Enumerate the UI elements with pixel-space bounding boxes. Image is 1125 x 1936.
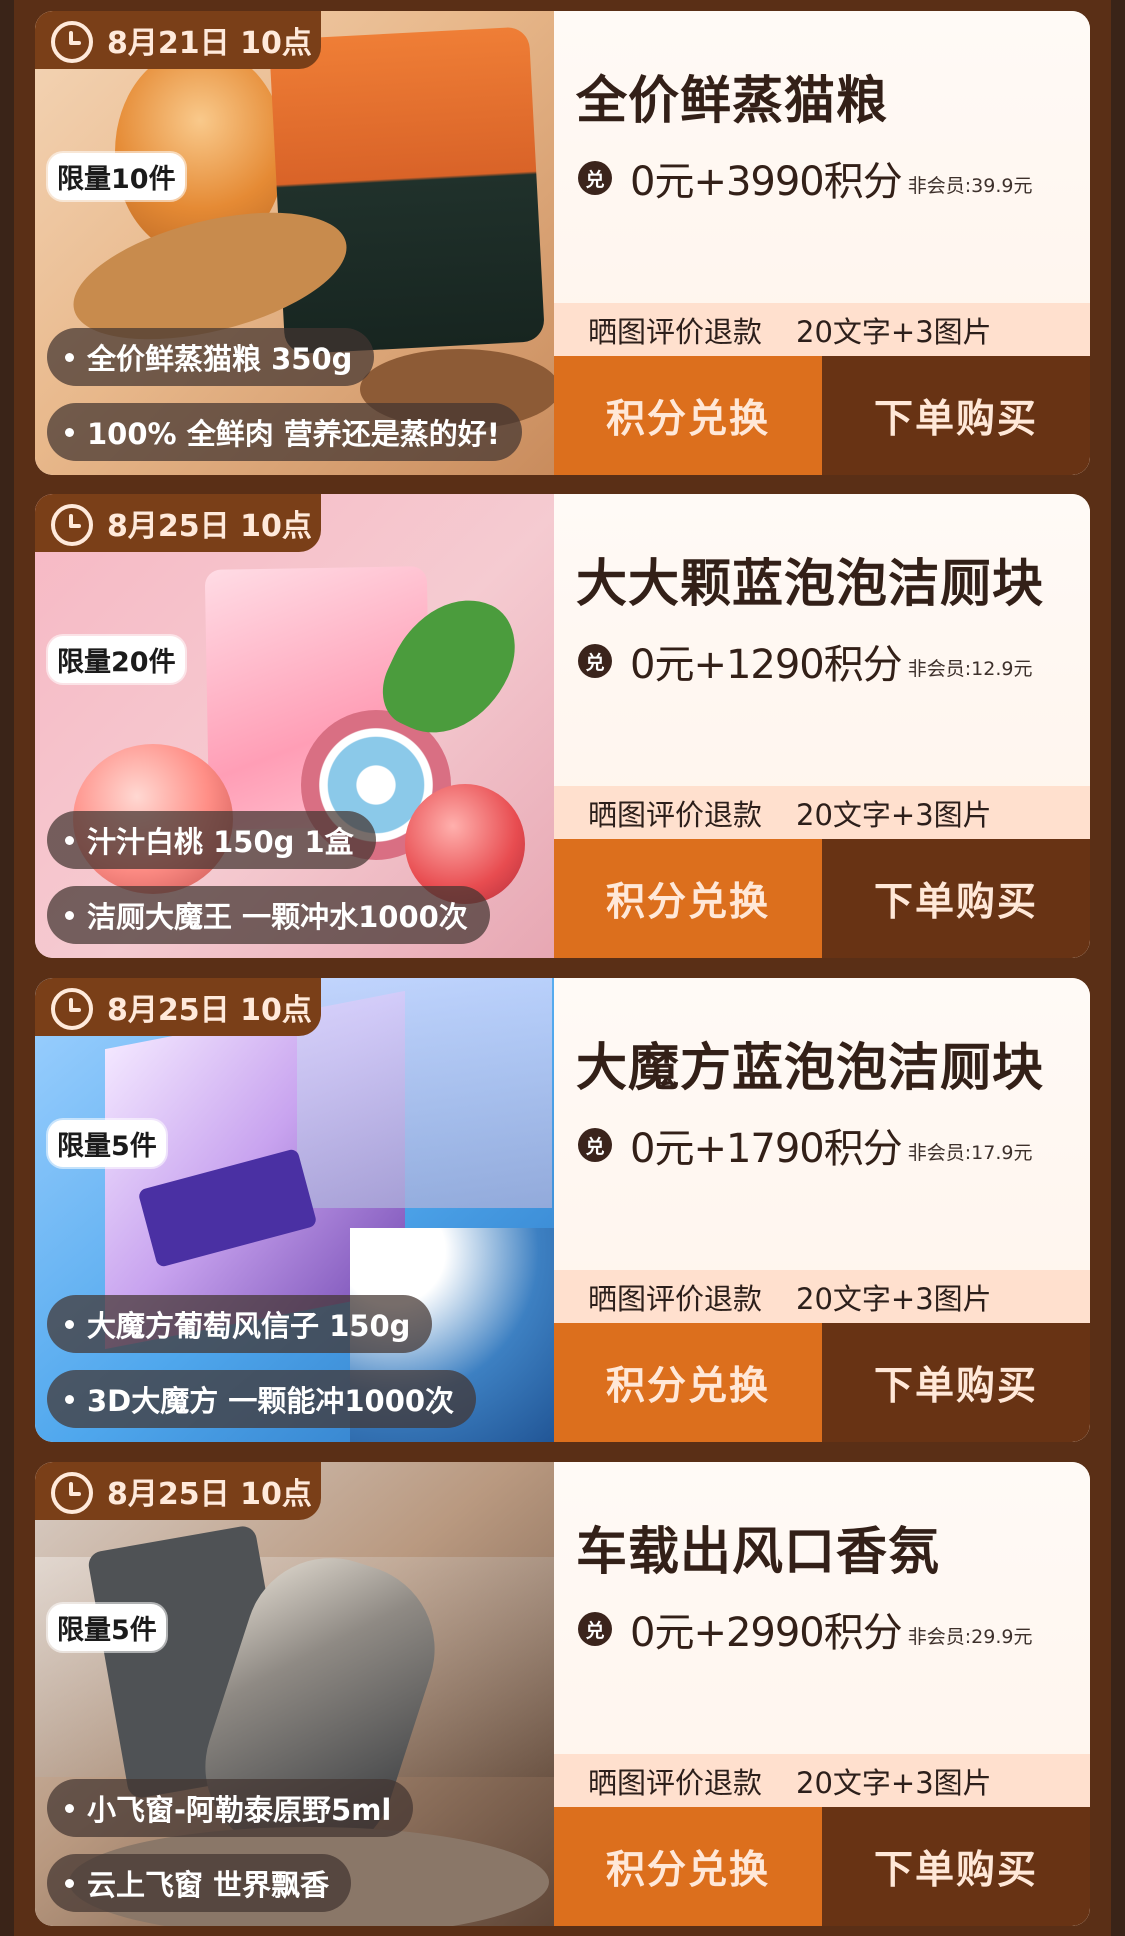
buy-button[interactable]: 下单购买 xyxy=(822,1323,1090,1442)
clock-icon xyxy=(51,1472,93,1514)
feature-pill: 汁汁白桃 150g 1盒 xyxy=(47,811,376,869)
action-buttons: 积分兑换 下单购买 xyxy=(554,356,1090,475)
non-member-price: 非会员:29.9元 xyxy=(907,1626,1033,1648)
feature-pill: 100% 全鲜肉 营养还是蒸的好! xyxy=(47,403,523,461)
non-member-price: 非会员:17.9元 xyxy=(907,1142,1033,1164)
feature-pill: 云上飞窗 世界飘香 xyxy=(47,1854,352,1912)
points-coin-icon: 兑 xyxy=(578,644,612,678)
points-price: 0元+1290积分 xyxy=(630,642,903,688)
feature-pill: 大魔方葡萄风信子 150g xyxy=(47,1295,433,1353)
limit-badge: 限量5件 xyxy=(48,1604,166,1651)
product-title: 车载出风口香氛 xyxy=(576,1523,941,1582)
non-member-price: 非会员:39.9元 xyxy=(907,175,1033,197)
product-card[interactable]: 8月25日 10点 限量20件 汁汁白桃 150g 1盒 洁厕大魔王 一颗冲水1… xyxy=(35,494,1090,958)
product-card[interactable]: 8月25日 10点 限量5件 大魔方葡萄风信子 150g 3D大魔方 一颗能冲1… xyxy=(35,978,1090,1442)
sale-date-badge: 8月25日 10点 xyxy=(35,494,321,552)
product-list: 8月21日 10点 限量10件 全价鲜蒸猫粮 350g 100% 全鲜肉 营养还… xyxy=(14,0,1111,1936)
product-card[interactable]: 8月25日 10点 限量5件 小飞窗-阿勒泰原野5ml 云上飞窗 世界飘香 车载… xyxy=(35,1462,1090,1926)
clock-icon xyxy=(51,21,93,63)
buy-button[interactable]: 下单购买 xyxy=(822,1807,1090,1926)
product-image[interactable]: 8月25日 10点 限量20件 汁汁白桃 150g 1盒 洁厕大魔王 一颗冲水1… xyxy=(35,494,554,958)
points-price: 0元+2990积分 xyxy=(630,1610,903,1656)
clock-icon xyxy=(51,504,93,546)
action-buttons: 积分兑换 下单购买 xyxy=(554,1323,1090,1442)
product-title: 大魔方蓝泡泡洁厕块 xyxy=(576,1039,1045,1098)
points-coin-icon: 兑 xyxy=(578,1128,612,1162)
refund-condition: 晒图评价退款 20文字+3图片 xyxy=(554,1754,1090,1807)
product-image[interactable]: 8月25日 10点 限量5件 大魔方葡萄风信子 150g 3D大魔方 一颗能冲1… xyxy=(35,978,554,1442)
product-info: 车载出风口香氛 兑 0元+2990积分 非会员:29.9元 晒图评价退款 20文… xyxy=(554,1462,1090,1926)
points-price: 0元+3990积分 xyxy=(630,159,903,205)
cat-food-bag xyxy=(268,26,546,355)
price-row: 兑 0元+3990积分 非会员:39.9元 xyxy=(578,149,1032,207)
points-coin-icon: 兑 xyxy=(578,1612,612,1646)
feature-pill: 洁厕大魔王 一颗冲水1000次 xyxy=(47,886,490,944)
points-price: 0元+1790积分 xyxy=(630,1126,903,1172)
product-title: 大大颗蓝泡泡洁厕块 xyxy=(576,555,1045,614)
product-image[interactable]: 8月25日 10点 限量5件 小飞窗-阿勒泰原野5ml 云上飞窗 世界飘香 xyxy=(35,1462,554,1926)
points-exchange-button[interactable]: 积分兑换 xyxy=(554,1807,822,1926)
non-member-price: 非会员:12.9元 xyxy=(907,658,1033,680)
product-info: 大大颗蓝泡泡洁厕块 兑 0元+1290积分 非会员:12.9元 晒图评价退款 2… xyxy=(554,494,1090,958)
refund-condition: 晒图评价退款 20文字+3图片 xyxy=(554,1270,1090,1323)
sale-date-badge: 8月25日 10点 xyxy=(35,978,321,1036)
limit-badge: 限量5件 xyxy=(48,1120,166,1167)
product-title: 全价鲜蒸猫粮 xyxy=(576,72,889,131)
points-coin-icon: 兑 xyxy=(578,161,612,195)
feature-pill: 小飞窗-阿勒泰原野5ml xyxy=(47,1779,414,1837)
clock-icon xyxy=(51,988,93,1030)
price-row: 兑 0元+1290积分 非会员:12.9元 xyxy=(578,632,1032,690)
action-buttons: 积分兑换 下单购买 xyxy=(554,1807,1090,1926)
points-exchange-button[interactable]: 积分兑换 xyxy=(554,1323,822,1442)
refund-condition: 晒图评价退款 20文字+3图片 xyxy=(554,303,1090,356)
product-image[interactable]: 8月21日 10点 限量10件 全价鲜蒸猫粮 350g 100% 全鲜肉 营养还… xyxy=(35,11,554,475)
feature-pill: 3D大魔方 一颗能冲1000次 xyxy=(47,1370,477,1428)
transparent-cube xyxy=(297,978,552,1208)
product-card[interactable]: 8月21日 10点 限量10件 全价鲜蒸猫粮 350g 100% 全鲜肉 营养还… xyxy=(35,11,1090,475)
price-row: 兑 0元+2990积分 非会员:29.9元 xyxy=(578,1600,1032,1658)
limit-badge: 限量10件 xyxy=(48,153,185,200)
sale-date-badge: 8月21日 10点 xyxy=(35,11,321,69)
buy-button[interactable]: 下单购买 xyxy=(822,839,1090,958)
points-exchange-button[interactable]: 积分兑换 xyxy=(554,839,822,958)
action-buttons: 积分兑换 下单购买 xyxy=(554,839,1090,958)
price-row: 兑 0元+1790积分 非会员:17.9元 xyxy=(578,1116,1032,1174)
product-info: 全价鲜蒸猫粮 兑 0元+3990积分 非会员:39.9元 晒图评价退款 20文字… xyxy=(554,11,1090,475)
buy-button[interactable]: 下单购买 xyxy=(822,356,1090,475)
refund-condition: 晒图评价退款 20文字+3图片 xyxy=(554,786,1090,839)
points-exchange-button[interactable]: 积分兑换 xyxy=(554,356,822,475)
limit-badge: 限量20件 xyxy=(48,636,185,683)
product-info: 大魔方蓝泡泡洁厕块 兑 0元+1790积分 非会员:17.9元 晒图评价退款 2… xyxy=(554,978,1090,1442)
feature-pill: 全价鲜蒸猫粮 350g xyxy=(47,328,375,386)
sale-date-badge: 8月25日 10点 xyxy=(35,1462,321,1520)
